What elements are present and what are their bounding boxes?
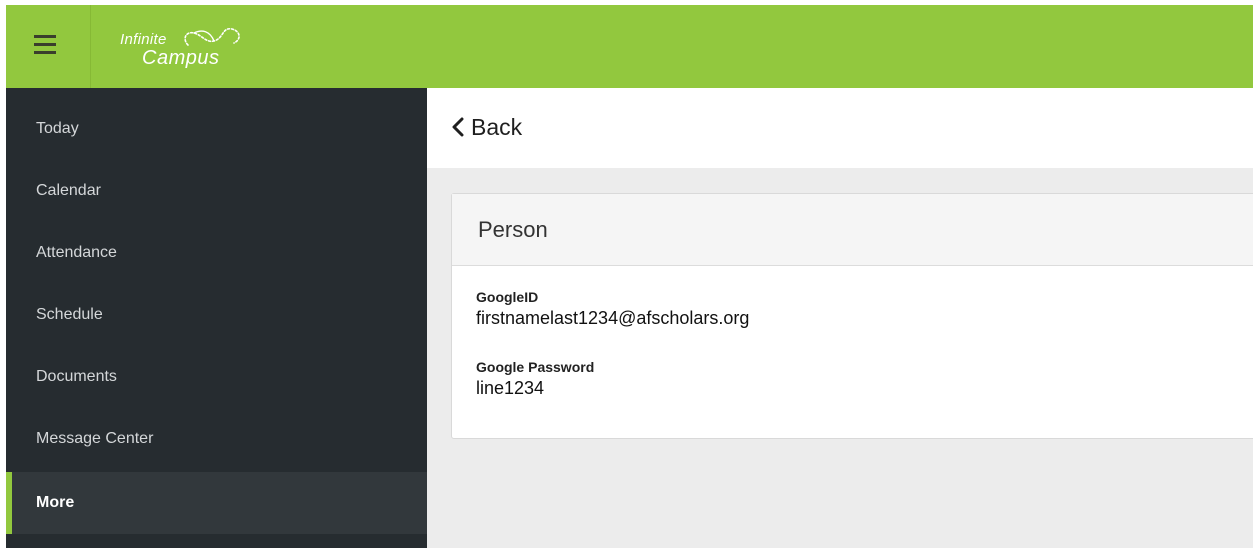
sidebar-item-message-center[interactable]: Message Center: [6, 408, 427, 470]
sidebar-item-schedule[interactable]: Schedule: [6, 284, 427, 346]
google-password-label: Google Password: [476, 359, 595, 375]
sidebar-item-label: Calendar: [36, 182, 101, 199]
sidebar-item-label: Today: [36, 120, 79, 137]
google-id-label: GoogleID: [476, 289, 539, 305]
sidebar-item-label: Schedule: [36, 306, 103, 323]
menu-button[interactable]: [6, 5, 91, 88]
hamburger-menu-icon: [34, 35, 56, 38]
sidebar-item-attendance[interactable]: Attendance: [6, 222, 427, 284]
sidebar-item-today[interactable]: Today: [6, 98, 427, 160]
sidebar-item-calendar[interactable]: Calendar: [6, 160, 427, 222]
back-bar: Back: [427, 88, 1253, 168]
sidebar-item-label: Attendance: [36, 244, 117, 261]
sidebar-item-label: Message Center: [36, 430, 154, 447]
infinite-campus-logo[interactable]: Infinite Campus: [120, 25, 260, 73]
google-password-value: line1234: [476, 378, 545, 398]
sidebar-item-label: More: [36, 494, 75, 511]
card-header: Person: [452, 194, 1253, 266]
back-button[interactable]: Back: [451, 112, 522, 142]
logo-text-infinite: Infinite: [120, 31, 167, 48]
sidebar-item-documents[interactable]: Documents: [6, 346, 427, 408]
chevron-left-icon: [452, 117, 464, 137]
sidebar-item-more[interactable]: More: [6, 472, 427, 534]
infinity-swirl-icon: [184, 28, 240, 46]
top-bar: Infinite Campus: [6, 5, 1253, 88]
back-label: Back: [471, 113, 523, 140]
main-content: Back Person GoogleID firstnamelast1234@a…: [427, 88, 1253, 548]
google-id-value: firstnamelast1234@afscholars.org: [476, 308, 750, 328]
card-title: Person: [478, 217, 548, 242]
person-card: Person GoogleID firstnamelast1234@afscho…: [451, 193, 1253, 439]
sidebar-item-label: Documents: [36, 368, 117, 385]
sidebar-nav: Today Calendar Attendance Schedule Docum…: [6, 88, 427, 548]
